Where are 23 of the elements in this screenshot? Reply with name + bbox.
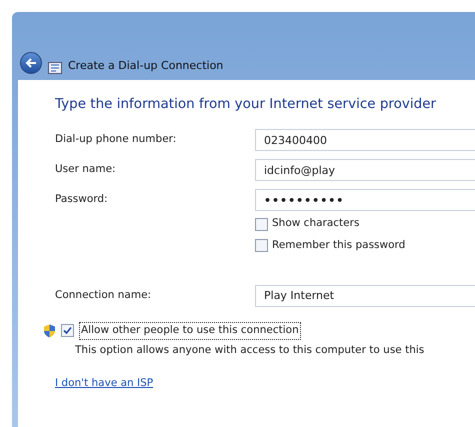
page-heading: Type the information from your Internet service provider xyxy=(55,95,438,114)
window-title: Create a Dial-up Connection xyxy=(68,58,224,74)
shield-icon xyxy=(43,324,56,338)
password-field[interactable]: •••••••••• xyxy=(255,189,475,212)
checkbox[interactable] xyxy=(255,218,268,231)
checkbox-label: Show characters xyxy=(272,216,360,232)
checkbox[interactable] xyxy=(61,324,74,338)
field-label: Dial-up phone number: xyxy=(55,132,178,148)
field-label: Connection name: xyxy=(55,288,152,303)
field-label: User name: xyxy=(55,162,117,178)
option-description: This option allows anyone with access to this computer to use this xyxy=(75,342,426,358)
connection-icon xyxy=(48,62,62,74)
checkbox-label: Allow other people to use this connection xyxy=(79,322,301,340)
field-label: Password: xyxy=(55,192,109,208)
back-button[interactable] xyxy=(20,52,42,74)
checkbox-label: Remember this password xyxy=(272,238,406,253)
checkbox[interactable] xyxy=(255,239,268,252)
input-field[interactable]: Play Internet xyxy=(255,284,475,307)
no-isp-link[interactable]: I don't have an ISP xyxy=(55,376,154,392)
checkmark-icon xyxy=(63,326,72,336)
left-arrow-icon xyxy=(25,58,37,68)
input-field[interactable]: idcinfo@play xyxy=(255,159,475,182)
input-field[interactable]: 023400400 xyxy=(255,129,475,152)
